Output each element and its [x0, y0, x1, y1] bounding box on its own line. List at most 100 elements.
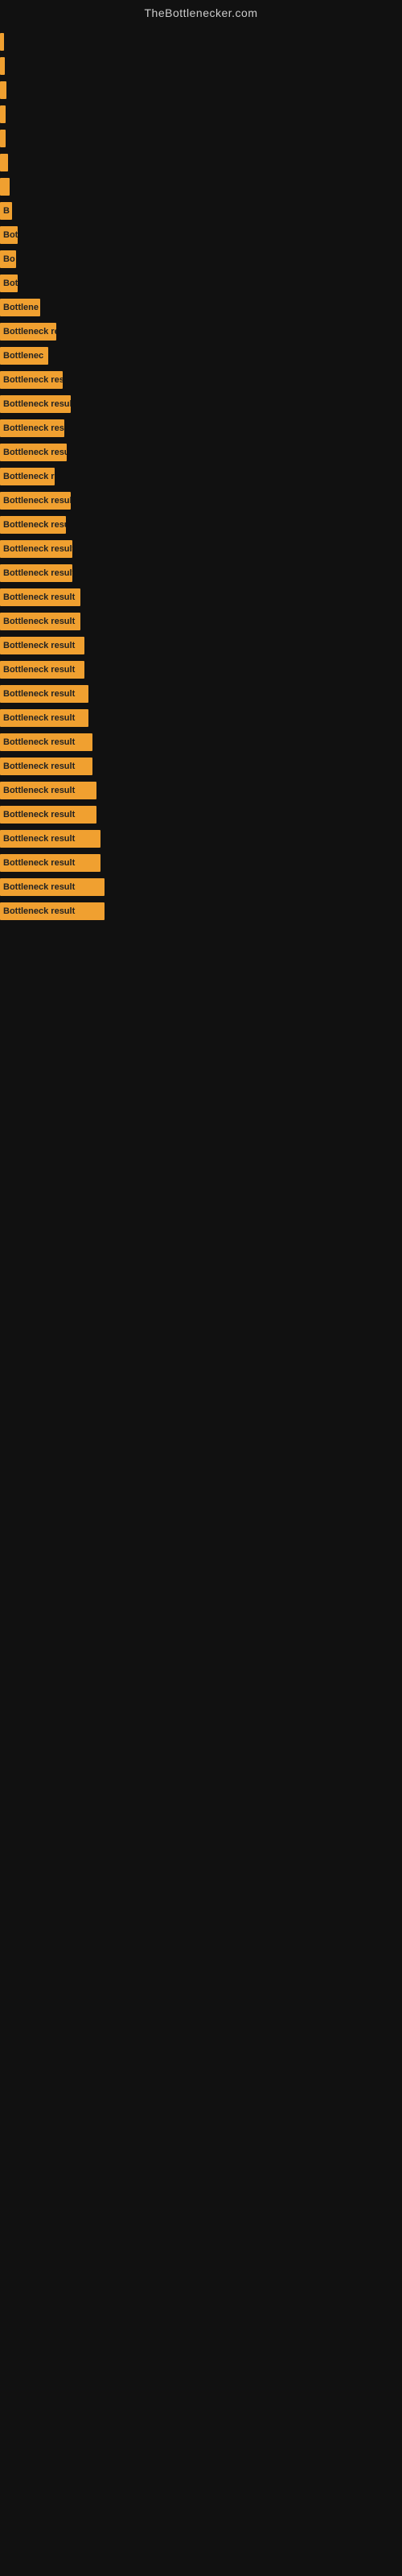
- bar-28: Bottleneck result: [0, 709, 88, 727]
- bar-12: Bottleneck re: [0, 323, 56, 341]
- bar-row: Bottlene: [0, 296, 402, 319]
- bar-19: Bottleneck result: [0, 492, 71, 510]
- bar-26: Bottleneck result: [0, 661, 84, 679]
- bar-3: [0, 105, 6, 123]
- bar-row: Bottleneck result: [0, 828, 402, 850]
- bar-row: [0, 31, 402, 53]
- bar-label-26: Bottleneck result: [3, 665, 75, 675]
- bar-label-18: Bottleneck r: [3, 472, 55, 481]
- bar-6: [0, 178, 10, 196]
- bar-35: Bottleneck result: [0, 878, 105, 896]
- bar-row: Bottleneck resul: [0, 441, 402, 464]
- bar-1: [0, 57, 5, 75]
- bar-label-28: Bottleneck result: [3, 713, 75, 723]
- bar-row: Bottleneck result: [0, 586, 402, 609]
- bar-32: Bottleneck result: [0, 806, 96, 824]
- bar-row: Bottleneck result: [0, 779, 402, 802]
- bar-8: Bot: [0, 226, 18, 244]
- bar-label-29: Bottleneck result: [3, 737, 75, 747]
- bar-row: Bo: [0, 248, 402, 270]
- bar-21: Bottleneck result: [0, 540, 72, 558]
- bar-row: Bottleneck result: [0, 803, 402, 826]
- bar-row: Bottleneck res: [0, 369, 402, 391]
- bar-row: Bottleneck result: [0, 393, 402, 415]
- bar-27: Bottleneck result: [0, 685, 88, 703]
- bar-31: Bottleneck result: [0, 782, 96, 799]
- bar-14: Bottleneck res: [0, 371, 63, 389]
- bar-36: Bottleneck result: [0, 902, 105, 920]
- bar-label-11: Bottlene: [3, 303, 39, 312]
- bar-row: Bottleneck result: [0, 900, 402, 923]
- bar-row: Bottleneck result: [0, 731, 402, 753]
- bar-33: Bottleneck result: [0, 830, 100, 848]
- site-title: TheBottlenecker.com: [0, 0, 402, 23]
- bar-row: Bottleneck result: [0, 489, 402, 512]
- bar-label-25: Bottleneck result: [3, 641, 75, 650]
- bar-row: Bottleneck result: [0, 852, 402, 874]
- bar-label-33: Bottleneck result: [3, 834, 75, 844]
- bar-row: [0, 79, 402, 101]
- bar-5: [0, 154, 8, 171]
- bar-20: Bottleneck resu: [0, 516, 66, 534]
- bar-row: [0, 127, 402, 150]
- bar-label-34: Bottleneck result: [3, 858, 75, 868]
- bar-25: Bottleneck result: [0, 637, 84, 654]
- bar-label-8: Bot: [3, 230, 18, 240]
- bar-row: Bottleneck result: [0, 707, 402, 729]
- bar-11: Bottlene: [0, 299, 40, 316]
- bar-30: Bottleneck result: [0, 758, 92, 775]
- bar-label-13: Bottlenec: [3, 351, 43, 361]
- bar-29: Bottleneck result: [0, 733, 92, 751]
- bar-row: Bottleneck re: [0, 320, 402, 343]
- bar-row: [0, 151, 402, 174]
- bar-row: [0, 55, 402, 77]
- bar-label-21: Bottleneck result: [3, 544, 72, 554]
- bar-label-20: Bottleneck resu: [3, 520, 66, 530]
- bar-row: [0, 103, 402, 126]
- bar-22: Bottleneck result: [0, 564, 72, 582]
- bar-10: Bot: [0, 275, 18, 292]
- bar-label-19: Bottleneck result: [3, 496, 71, 506]
- bar-34: Bottleneck result: [0, 854, 100, 872]
- bar-24: Bottleneck result: [0, 613, 80, 630]
- bar-row: Bottlenec: [0, 345, 402, 367]
- bar-row: B: [0, 200, 402, 222]
- bar-18: Bottleneck r: [0, 468, 55, 485]
- bar-row: [0, 175, 402, 198]
- bar-13: Bottlenec: [0, 347, 48, 365]
- bar-label-22: Bottleneck result: [3, 568, 72, 578]
- bar-label-16: Bottleneck res: [3, 423, 64, 433]
- bar-23: Bottleneck result: [0, 588, 80, 606]
- bar-row: Bottleneck result: [0, 562, 402, 584]
- bar-label-17: Bottleneck resul: [3, 448, 67, 457]
- bar-label-15: Bottleneck result: [3, 399, 71, 409]
- bar-17: Bottleneck resul: [0, 444, 67, 461]
- bar-row: Bottleneck res: [0, 417, 402, 440]
- bar-label-14: Bottleneck res: [3, 375, 63, 385]
- bars-container: B Bot Bo Bot Bottlene Bottleneck re Bottlenec B…: [0, 23, 402, 932]
- bar-16: Bottleneck res: [0, 419, 64, 437]
- bar-label-35: Bottleneck result: [3, 882, 75, 892]
- bar-row: Bottleneck result: [0, 610, 402, 633]
- bar-label-10: Bot: [3, 279, 18, 288]
- bar-label-32: Bottleneck result: [3, 810, 75, 819]
- bar-15: Bottleneck result: [0, 395, 71, 413]
- bar-4: [0, 130, 6, 147]
- bar-label-24: Bottleneck result: [3, 617, 75, 626]
- bar-label-31: Bottleneck result: [3, 786, 75, 795]
- bar-label-9: Bo: [3, 254, 15, 264]
- bar-7: B: [0, 202, 12, 220]
- bar-row: Bottleneck result: [0, 538, 402, 560]
- bar-label-36: Bottleneck result: [3, 906, 75, 916]
- bar-label-23: Bottleneck result: [3, 592, 75, 602]
- bar-label-30: Bottleneck result: [3, 762, 75, 771]
- bar-9: Bo: [0, 250, 16, 268]
- bar-row: Bottleneck result: [0, 683, 402, 705]
- bar-label-7: B: [3, 206, 10, 216]
- bar-row: Bottleneck r: [0, 465, 402, 488]
- bar-row: Bottleneck result: [0, 634, 402, 657]
- bar-row: Bot: [0, 272, 402, 295]
- bar-row: Bottleneck resu: [0, 514, 402, 536]
- bar-2: [0, 81, 6, 99]
- bar-row: Bot: [0, 224, 402, 246]
